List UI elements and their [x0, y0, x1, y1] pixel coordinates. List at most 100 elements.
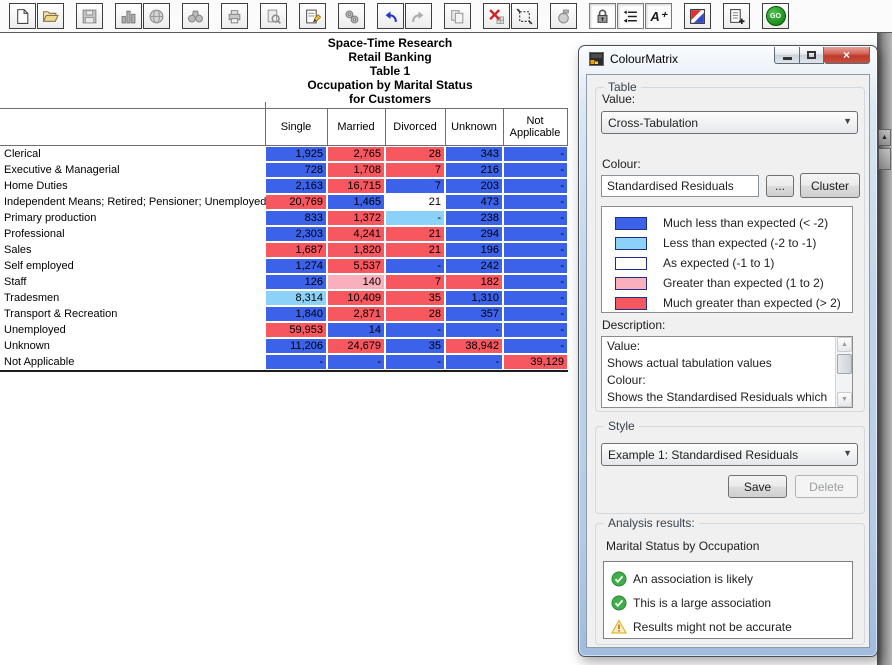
edit-table-button[interactable] — [299, 3, 326, 29]
table-cell[interactable]: - — [504, 339, 567, 353]
table-cell[interactable]: 38,942 — [446, 339, 502, 353]
save-button[interactable] — [76, 3, 103, 29]
table-cell[interactable]: - — [504, 275, 567, 289]
table-cell[interactable]: - — [504, 227, 567, 241]
table-cell[interactable]: 21 — [386, 243, 444, 257]
map-view-button[interactable] — [143, 3, 170, 29]
table-cell[interactable]: 28 — [386, 147, 444, 161]
table-cell[interactable]: 473 — [446, 195, 502, 209]
table-cell[interactable]: - — [504, 163, 567, 177]
row-label[interactable]: Tradesmen — [4, 290, 59, 306]
legend-item[interactable]: Much less than expected (< -2) — [602, 213, 852, 233]
table-cell[interactable]: 16,715 — [328, 179, 384, 193]
table-cell[interactable]: 2,303 — [266, 227, 326, 241]
value-combobox[interactable]: Cross-Tabulation ▼ — [601, 111, 858, 134]
legend-item[interactable]: Less than expected (-2 to -1) — [602, 233, 852, 253]
column-header-single[interactable]: Single — [265, 108, 327, 145]
column-header-unknown[interactable]: Unknown — [445, 108, 503, 145]
column-header-not-applicable[interactable]: Not Applicable — [503, 108, 567, 145]
lock-button[interactable] — [589, 3, 616, 29]
table-cell[interactable]: 196 — [446, 243, 502, 257]
row-label[interactable]: Clerical — [4, 146, 41, 162]
redo-button[interactable] — [405, 3, 432, 29]
table-cell[interactable]: 2,765 — [328, 147, 384, 161]
table-cell[interactable]: 728 — [266, 163, 326, 177]
table-cell[interactable]: 343 — [446, 147, 502, 161]
table-cell[interactable]: - — [386, 323, 444, 337]
resize-table-button[interactable] — [511, 3, 538, 29]
table-cell[interactable]: 1,820 — [328, 243, 384, 257]
description-scrollbar[interactable]: ▲ ▼ — [835, 337, 852, 407]
table-cell[interactable]: 238 — [446, 211, 502, 225]
table-cell[interactable]: 7 — [386, 275, 444, 289]
minimize-button[interactable] — [774, 47, 799, 64]
column-header-married[interactable]: Married — [327, 108, 385, 145]
description-scroll-thumb[interactable] — [837, 354, 852, 374]
table-cell[interactable]: 59,953 — [266, 323, 326, 337]
table-cell[interactable]: 8,314 — [266, 291, 326, 305]
table-cell[interactable]: - — [504, 307, 567, 321]
table-cell[interactable]: - — [504, 147, 567, 161]
window-scrollbar[interactable]: ▲ — [877, 33, 892, 665]
table-cell[interactable]: 28 — [386, 307, 444, 321]
table-cell[interactable]: - — [504, 291, 567, 305]
column-header-divorced[interactable]: Divorced — [385, 108, 445, 145]
table-cell[interactable]: 203 — [446, 179, 502, 193]
table-cell[interactable]: 1,925 — [266, 147, 326, 161]
chart-view-button[interactable] — [115, 3, 142, 29]
legend-listbox[interactable]: Much less than expected (< -2)Less than … — [601, 206, 853, 313]
undo-button[interactable] — [377, 3, 404, 29]
table-cell[interactable]: 140 — [328, 275, 384, 289]
delete-selection-button[interactable] — [483, 3, 510, 29]
legend-item[interactable]: Greater than expected (1 to 2) — [602, 273, 852, 293]
table-cell[interactable]: 2,871 — [328, 307, 384, 321]
table-cell[interactable]: 21 — [386, 227, 444, 241]
legend-item[interactable]: As expected (-1 to 1) — [602, 253, 852, 273]
tools-button[interactable] — [338, 3, 365, 29]
copy-button[interactable] — [444, 3, 471, 29]
add-table-button[interactable] — [723, 3, 750, 29]
table-cell[interactable]: 1,465 — [328, 195, 384, 209]
table-cell[interactable]: 35 — [386, 339, 444, 353]
print-preview-button[interactable] — [260, 3, 287, 29]
cluster-button[interactable]: Cluster — [800, 173, 860, 198]
table-cell[interactable]: 2,163 — [266, 179, 326, 193]
row-label[interactable]: Sales — [4, 242, 32, 258]
table-cell[interactable]: 833 — [266, 211, 326, 225]
row-label[interactable]: Transport & Recreation — [4, 306, 117, 322]
table-cell[interactable]: 357 — [446, 307, 502, 321]
table-cell[interactable]: 294 — [446, 227, 502, 241]
new-document-button[interactable] — [9, 3, 36, 29]
scroll-down-icon[interactable]: ▼ — [837, 392, 852, 407]
table-cell[interactable]: 39,129 — [504, 355, 567, 369]
browse-colour-button[interactable]: ... — [766, 175, 794, 197]
save-style-button[interactable]: Save — [728, 475, 787, 498]
table-cell[interactable]: 216 — [446, 163, 502, 177]
table-cell[interactable]: 11,206 — [266, 339, 326, 353]
print-button[interactable] — [221, 3, 248, 29]
row-label[interactable]: Not Applicable — [4, 354, 74, 370]
table-cell[interactable]: 1,310 — [446, 291, 502, 305]
table-cell[interactable]: - — [266, 355, 326, 369]
table-cell[interactable]: 24,679 — [328, 339, 384, 353]
row-label[interactable]: Self employed — [4, 258, 74, 274]
find-button[interactable] — [182, 3, 209, 29]
table-cell[interactable]: 35 — [386, 291, 444, 305]
row-label[interactable]: Home Duties — [4, 178, 68, 194]
colour-field[interactable]: Standardised Residuals — [601, 175, 759, 197]
table-cell[interactable]: - — [386, 211, 444, 225]
row-label[interactable]: Primary production — [4, 210, 96, 226]
goto-cell-button[interactable] — [550, 3, 577, 29]
font-size-button[interactable]: A⁺ — [645, 3, 672, 29]
maximize-button[interactable] — [799, 47, 824, 64]
table-cell[interactable]: 126 — [266, 275, 326, 289]
row-label[interactable]: Unknown — [4, 338, 50, 354]
table-cell[interactable]: 1,372 — [328, 211, 384, 225]
dialog-titlebar[interactable]: ColourMatrix — [589, 52, 678, 66]
table-cell[interactable]: 1,840 — [266, 307, 326, 321]
close-button[interactable]: × — [824, 47, 870, 64]
table-cell[interactable]: 7 — [386, 179, 444, 193]
table-cell[interactable]: 242 — [446, 259, 502, 273]
table-cell[interactable]: - — [504, 179, 567, 193]
row-label[interactable]: Independent Means; Retired; Pensioner; U… — [4, 194, 266, 210]
